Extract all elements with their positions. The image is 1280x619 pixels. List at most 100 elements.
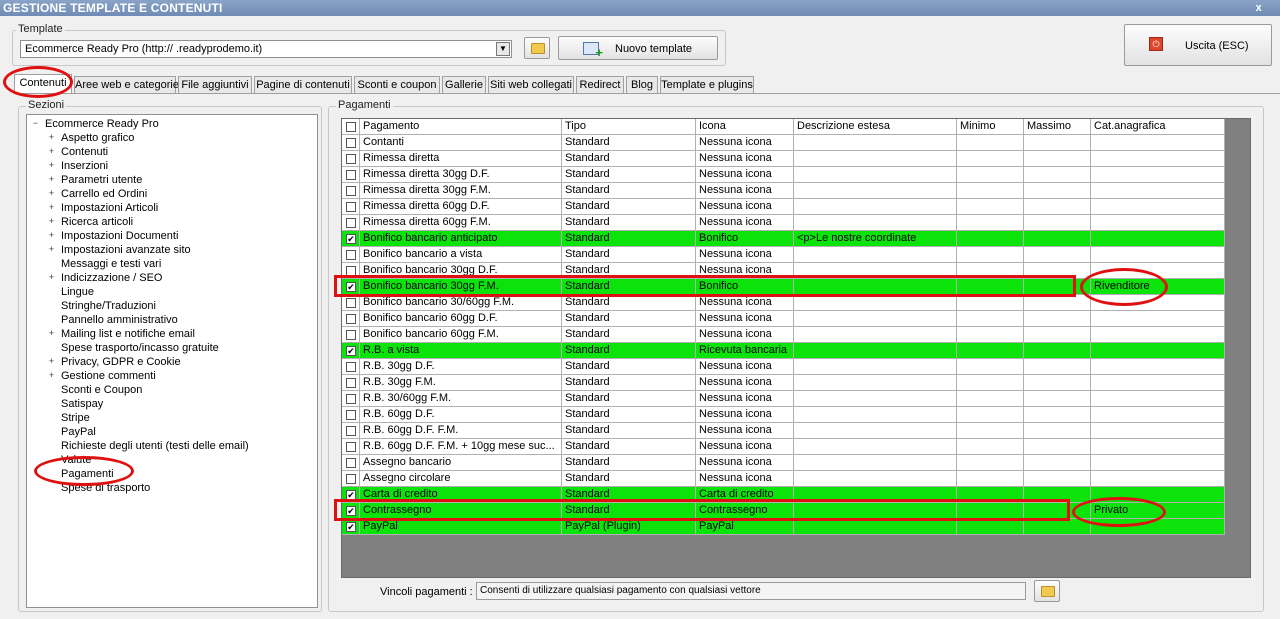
cell-descrizione[interactable] bbox=[794, 199, 957, 215]
cell-tipo[interactable]: Standard bbox=[562, 231, 696, 247]
cell-icona[interactable]: Bonifico bbox=[696, 231, 794, 247]
cell-cat-anagrafica[interactable] bbox=[1091, 471, 1225, 487]
cell-massimo[interactable] bbox=[1024, 279, 1091, 295]
row-checkbox[interactable] bbox=[346, 218, 356, 228]
cell-massimo[interactable] bbox=[1024, 471, 1091, 487]
cell-cat-anagrafica[interactable] bbox=[1091, 455, 1225, 471]
row-checkbox[interactable]: ✔ bbox=[346, 282, 356, 292]
cell-pagamento[interactable]: Assegno circolare bbox=[360, 471, 562, 487]
cell-cat-anagrafica[interactable] bbox=[1091, 519, 1225, 535]
cell-descrizione[interactable] bbox=[794, 471, 957, 487]
column-header-icona[interactable]: Icona bbox=[696, 119, 794, 135]
row-checkbox[interactable] bbox=[346, 362, 356, 372]
cell-minimo[interactable] bbox=[957, 455, 1024, 471]
tab-gallerie[interactable]: Gallerie bbox=[442, 76, 486, 94]
tab-sconti-coupon[interactable]: Sconti e coupon bbox=[354, 76, 440, 94]
cell-massimo[interactable] bbox=[1024, 519, 1091, 535]
cell-icona[interactable]: Nessuna icona bbox=[696, 471, 794, 487]
cell-icona[interactable]: Carta di credito bbox=[696, 487, 794, 503]
row-checkbox[interactable] bbox=[346, 458, 356, 468]
cell-icona[interactable]: Nessuna icona bbox=[696, 135, 794, 151]
cell-icona[interactable]: Nessuna icona bbox=[696, 391, 794, 407]
cell-pagamento[interactable]: R.B. 60gg D.F. F.M. bbox=[360, 423, 562, 439]
cell-minimo[interactable] bbox=[957, 311, 1024, 327]
tab-contenuti[interactable]: Contenuti bbox=[14, 74, 72, 94]
cell-pagamento[interactable]: Bonifico bancario 30gg D.F. bbox=[360, 263, 562, 279]
row-checkbox[interactable] bbox=[346, 394, 356, 404]
table-row[interactable]: R.B. 30/60gg F.M. Standard Nessuna icona bbox=[342, 391, 1225, 407]
cell-massimo[interactable] bbox=[1024, 247, 1091, 263]
expand-icon[interactable]: + bbox=[47, 371, 56, 380]
cell-icona[interactable]: Bonifico bbox=[696, 279, 794, 295]
cell-minimo[interactable] bbox=[957, 503, 1024, 519]
row-checkbox[interactable] bbox=[346, 138, 356, 148]
cell-cat-anagrafica[interactable] bbox=[1091, 423, 1225, 439]
cell-icona[interactable]: Nessuna icona bbox=[696, 407, 794, 423]
vincoli-folder-button[interactable] bbox=[1034, 580, 1060, 602]
cell-massimo[interactable] bbox=[1024, 311, 1091, 327]
cell-pagamento[interactable]: R.B. 30gg F.M. bbox=[360, 375, 562, 391]
cell-massimo[interactable] bbox=[1024, 151, 1091, 167]
cell-pagamento[interactable]: R.B. 30gg D.F. bbox=[360, 359, 562, 375]
column-header-massimo[interactable]: Massimo bbox=[1024, 119, 1091, 135]
row-checkbox[interactable] bbox=[346, 314, 356, 324]
cell-icona[interactable]: Nessuna icona bbox=[696, 263, 794, 279]
cell-icona[interactable]: Nessuna icona bbox=[696, 327, 794, 343]
expand-icon[interactable]: + bbox=[47, 189, 56, 198]
cell-cat-anagrafica[interactable]: Privato bbox=[1091, 503, 1225, 519]
cell-minimo[interactable] bbox=[957, 295, 1024, 311]
cell-descrizione[interactable] bbox=[794, 247, 957, 263]
table-row[interactable]: ✔ Bonifico bancario 30gg F.M. Standard Boni… bbox=[342, 279, 1225, 295]
cell-tipo[interactable]: Standard bbox=[562, 359, 696, 375]
cell-massimo[interactable] bbox=[1024, 327, 1091, 343]
table-row[interactable]: R.B. 60gg D.F. F.M. + 10gg mese suc... St… bbox=[342, 439, 1225, 455]
cell-minimo[interactable] bbox=[957, 183, 1024, 199]
cell-pagamento[interactable]: Bonifico bancario 30/60gg F.M. bbox=[360, 295, 562, 311]
tab-pagine-contenuti[interactable]: Pagine di contenuti bbox=[254, 76, 352, 94]
expand-icon[interactable]: + bbox=[47, 329, 56, 338]
cell-cat-anagrafica[interactable] bbox=[1091, 439, 1225, 455]
cell-massimo[interactable] bbox=[1024, 439, 1091, 455]
cell-cat-anagrafica[interactable] bbox=[1091, 327, 1225, 343]
cell-tipo[interactable]: Standard bbox=[562, 263, 696, 279]
cell-massimo[interactable] bbox=[1024, 503, 1091, 519]
row-checkbox[interactable] bbox=[346, 426, 356, 436]
expand-icon[interactable]: + bbox=[47, 357, 56, 366]
cell-tipo[interactable]: Standard bbox=[562, 423, 696, 439]
cell-icona[interactable]: Nessuna icona bbox=[696, 151, 794, 167]
cell-massimo[interactable] bbox=[1024, 423, 1091, 439]
cell-pagamento[interactable]: Contanti bbox=[360, 135, 562, 151]
row-checkbox[interactable] bbox=[346, 266, 356, 276]
tab-file-aggiuntivi[interactable]: File aggiuntivi bbox=[178, 76, 252, 94]
row-checkbox[interactable]: ✔ bbox=[346, 490, 356, 500]
table-row[interactable]: Assegno circolare Standard Nessuna icona bbox=[342, 471, 1225, 487]
cell-massimo[interactable] bbox=[1024, 167, 1091, 183]
row-checkbox[interactable] bbox=[346, 250, 356, 260]
cell-icona[interactable]: Nessuna icona bbox=[696, 247, 794, 263]
cell-descrizione[interactable] bbox=[794, 215, 957, 231]
cell-pagamento[interactable]: Carta di credito bbox=[360, 487, 562, 503]
cell-pagamento[interactable]: Bonifico bancario 60gg D.F. bbox=[360, 311, 562, 327]
cell-minimo[interactable] bbox=[957, 135, 1024, 151]
cell-cat-anagrafica[interactable] bbox=[1091, 359, 1225, 375]
row-checkbox[interactable] bbox=[346, 378, 356, 388]
cell-cat-anagrafica[interactable]: Rivenditore bbox=[1091, 279, 1225, 295]
cell-descrizione[interactable] bbox=[794, 343, 957, 359]
cell-descrizione[interactable] bbox=[794, 279, 957, 295]
cell-tipo[interactable]: Standard bbox=[562, 295, 696, 311]
cell-icona[interactable]: Nessuna icona bbox=[696, 167, 794, 183]
cell-tipo[interactable]: Standard bbox=[562, 151, 696, 167]
table-row[interactable]: Contanti Standard Nessuna icona bbox=[342, 135, 1225, 151]
expand-icon[interactable]: + bbox=[47, 133, 56, 142]
cell-minimo[interactable] bbox=[957, 247, 1024, 263]
cell-massimo[interactable] bbox=[1024, 343, 1091, 359]
cell-massimo[interactable] bbox=[1024, 215, 1091, 231]
cell-pagamento[interactable]: R.B. 30/60gg F.M. bbox=[360, 391, 562, 407]
row-checkbox[interactable] bbox=[346, 442, 356, 452]
cell-descrizione[interactable] bbox=[794, 263, 957, 279]
cell-icona[interactable]: Nessuna icona bbox=[696, 295, 794, 311]
cell-cat-anagrafica[interactable] bbox=[1091, 391, 1225, 407]
cell-pagamento[interactable]: Contrassegno bbox=[360, 503, 562, 519]
cell-cat-anagrafica[interactable] bbox=[1091, 183, 1225, 199]
row-checkbox[interactable]: ✔ bbox=[346, 522, 356, 532]
